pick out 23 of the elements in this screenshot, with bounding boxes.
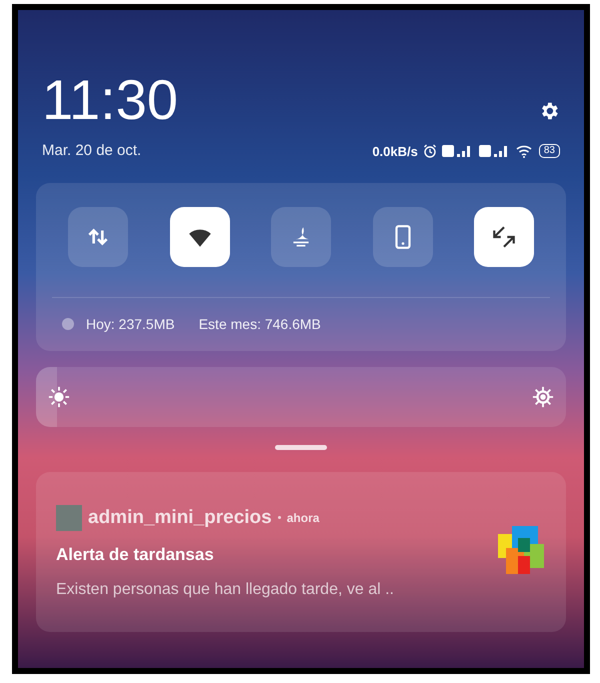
quick-toggle[interactable] [68,206,128,266]
quick-toggle[interactable] [170,206,230,266]
wifi-icon [516,144,534,158]
quick-toggle[interactable] [474,206,534,266]
battery-indicator: 83 [538,144,560,158]
quick-toggle[interactable] [271,206,331,266]
notification-card[interactable]: admin_mini_precios ahora Alerta de tardansas Existen personas que han llegado tarde, ve al .. [36,472,566,632]
clock-time: 11:30 [42,72,178,128]
notification-title: Alerta de tardansas [56,544,215,566]
alarm-icon [422,144,437,158]
app-icon [56,504,82,531]
sun-icon [48,386,70,408]
brightness-slider[interactable] [36,366,566,426]
today-usage: Hoy: 237.5MB [86,314,175,334]
notification-body: Existen personas que han llegado tarde, ve al .. [56,580,394,600]
sun-icon [532,386,554,408]
date-text: Mar. 20 de oct. [42,141,142,161]
notification-time: ahora [286,510,320,527]
app-name: admin_mini_precios [88,506,272,530]
quick-toggle[interactable] [372,206,432,266]
drag-handle[interactable] [275,444,327,450]
network-speed: 0.0kB/s [372,142,418,160]
month-usage: Este mes: 746.6MB [198,314,321,334]
